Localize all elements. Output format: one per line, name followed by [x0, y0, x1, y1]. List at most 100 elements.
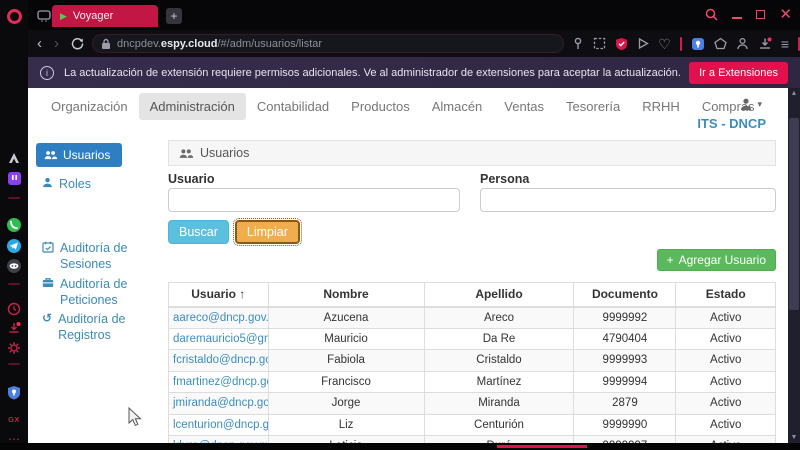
discord-icon[interactable] [6, 258, 22, 274]
table-row: fmartinez@dncp.gov.py Francisco Martínez… [169, 371, 776, 393]
cell-nombre: Francisco [268, 371, 424, 393]
panel-header: Usuarios [168, 140, 776, 166]
sidebar-item-auditoria-sesiones[interactable]: Auditoría de Sesiones [42, 240, 157, 272]
telegram-icon[interactable] [6, 238, 22, 254]
workspaces-icon[interactable] [36, 8, 52, 24]
nav-item-organizacion[interactable]: Organización [40, 93, 139, 120]
user-email-link[interactable]: jmiranda@dncp.gov.py [173, 397, 268, 409]
agregar-usuario-button[interactable]: + Agregar Usuario [657, 249, 776, 271]
minimize-button[interactable] [732, 17, 742, 19]
download-tray-icon[interactable] [758, 37, 772, 50]
column-header-estado[interactable]: Estado [676, 283, 776, 307]
sidebar-item-usuarios[interactable]: Usuarios [36, 143, 122, 167]
opera-gx-logo-icon[interactable] [6, 8, 22, 24]
go-to-extensions-button[interactable]: Ir a Extensiones [689, 62, 788, 84]
flow-send-icon[interactable] [637, 37, 649, 50]
whatsapp-icon[interactable] [6, 217, 22, 233]
nav-item-almacen[interactable]: Almacén [421, 93, 494, 120]
table-row: aareco@dncp.gov.py Azucena Areco 9999992… [169, 307, 776, 329]
nav-item-administracion[interactable]: Administración [139, 93, 246, 120]
cell-apellido: Da Re [424, 328, 574, 350]
column-header-nombre[interactable]: Nombre [268, 283, 424, 307]
cell-estado: Activo [676, 371, 776, 393]
pin-tab-icon[interactable] [572, 37, 584, 50]
sort-asc-icon: ↑ [239, 287, 245, 301]
sidebar-item-roles[interactable]: Roles [42, 176, 157, 192]
extension-shield-icon[interactable] [6, 384, 22, 400]
forward-icon[interactable]: › [54, 36, 59, 51]
snapshot-icon[interactable] [593, 37, 606, 50]
usuario-input[interactable] [168, 188, 460, 212]
user-email-link[interactable]: daremauricio5@gmail.com [173, 333, 268, 345]
history-clock-icon[interactable] [6, 301, 22, 317]
gx-corner-icon[interactable] [6, 149, 22, 165]
url-text: dncpdev.espy.cloud/#/adm/usuarios/listar [117, 38, 322, 50]
buscar-button[interactable]: Buscar [168, 220, 229, 244]
address-bar: ‹ › dncpdev.espy.cloud/#/adm/usuarios/li… [28, 30, 800, 57]
table-row: lcenturion@dncp.gov.py Liz Centurión 999… [169, 414, 776, 436]
back-icon[interactable]: ‹ [37, 36, 42, 51]
table-header-row: Usuario ↑ Nombre Apellido Documento Esta… [169, 283, 776, 307]
downloads-icon[interactable] [6, 320, 22, 336]
page-scrollbar[interactable]: ▲ ▼ [788, 88, 800, 443]
persona-input[interactable] [480, 188, 776, 212]
cell-nombre: Leticia [268, 436, 424, 444]
nav-item-contabilidad[interactable]: Contabilidad [246, 93, 340, 120]
lock-icon [101, 38, 111, 50]
users-icon [179, 148, 193, 159]
browser-sidebar: GX ⋯ [0, 0, 28, 450]
column-header-usuario[interactable]: Usuario ↑ [169, 283, 269, 307]
calendar-check-icon [42, 241, 54, 253]
menu-icon[interactable]: ≡ [781, 37, 789, 51]
cell-apellido: Cristaldo [424, 350, 574, 372]
table-row: jmiranda@dncp.gov.py Jorge Miranda 2879 … [169, 393, 776, 415]
mouse-cursor [128, 407, 142, 427]
user-email-link[interactable]: aareco@dncp.gov.py [173, 312, 268, 324]
user-menu[interactable]: ▾ [739, 97, 762, 111]
cell-estado: Activo [676, 307, 776, 329]
pentagon-icon[interactable] [714, 37, 727, 50]
nav-item-ventas[interactable]: Ventas [493, 93, 555, 120]
cell-estado: Activo [676, 350, 776, 372]
browser-search-icon[interactable] [705, 8, 718, 21]
cell-documento: 9999990 [574, 414, 676, 436]
history-icon: ↺ [42, 312, 52, 324]
column-header-documento[interactable]: Documento [574, 283, 676, 307]
new-tab-button[interactable]: + [166, 8, 182, 24]
scroll-up-icon[interactable]: ▲ [788, 90, 800, 97]
twitch-icon[interactable] [6, 170, 22, 186]
cell-nombre: Azucena [268, 307, 424, 329]
maximize-button[interactable] [756, 10, 765, 19]
nav-item-productos[interactable]: Productos [340, 93, 421, 120]
browser-tab-voyager[interactable]: ▶ Voyager [52, 5, 158, 27]
user-email-link[interactable]: fcristaldo@dncp.gov.py [173, 354, 268, 366]
sidebar-item-auditoria-registros[interactable]: ↺ Auditoría de Registros [42, 311, 157, 343]
profile-icon[interactable] [736, 37, 749, 50]
cell-apellido: Miranda [424, 393, 574, 415]
settings-gear-icon[interactable] [6, 340, 22, 356]
nav-item-tesoreria[interactable]: Tesorería [555, 93, 631, 120]
sidebar-divider [8, 283, 20, 285]
sidebar-item-auditoria-peticiones[interactable]: Auditoría de Peticiones [42, 276, 157, 308]
scrollbar-thumb[interactable] [789, 118, 799, 310]
extension-badge-icon[interactable] [691, 37, 705, 51]
bookmark-heart-icon[interactable]: ♡ [658, 37, 671, 51]
gx-logo-icon[interactable]: GX [6, 411, 22, 427]
shield-badge-icon[interactable] [615, 37, 628, 51]
nav-item-rrhh[interactable]: RRHH [631, 93, 691, 120]
cell-nombre: Jorge [268, 393, 424, 415]
sidebar-item-label: Auditoría de Peticiones [60, 276, 157, 308]
reload-icon[interactable] [71, 37, 84, 50]
column-header-apellido[interactable]: Apellido [424, 283, 574, 307]
scroll-down-icon[interactable]: ▼ [788, 434, 800, 441]
cell-estado: Activo [676, 436, 776, 444]
user-icon [739, 97, 753, 111]
url-field[interactable]: dncpdev.espy.cloud/#/adm/usuarios/listar [92, 34, 564, 53]
org-label: ITS - DNCP [697, 116, 766, 131]
cell-documento: 4790404 [574, 328, 676, 350]
tab-bar: ▶ Voyager + ✕ [28, 0, 800, 30]
user-email-link[interactable]: fmartinez@dncp.gov.py [173, 376, 268, 388]
user-email-link[interactable]: lcenturion@dncp.gov.py [173, 419, 268, 431]
close-button[interactable]: ✕ [779, 7, 792, 22]
limpiar-button[interactable]: Limpiar [235, 220, 300, 244]
